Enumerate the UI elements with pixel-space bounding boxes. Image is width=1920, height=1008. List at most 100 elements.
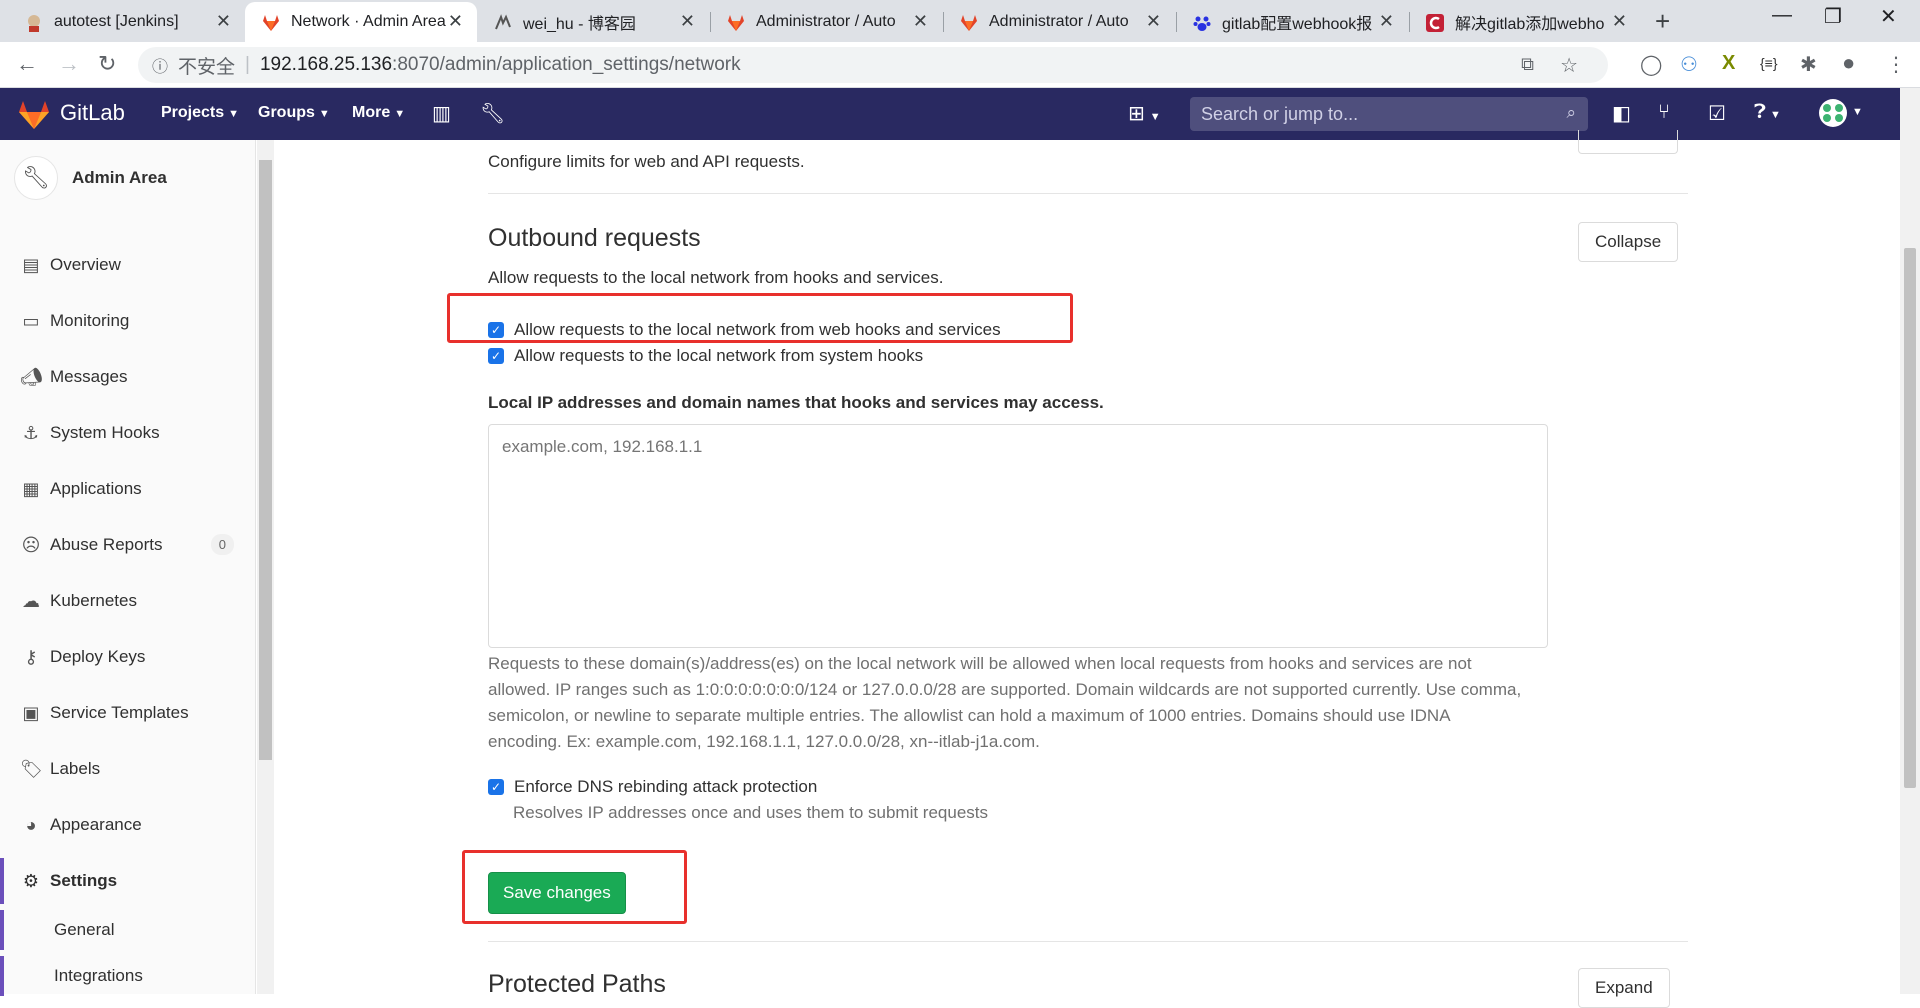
close-icon[interactable]: ✕ [1612,11,1627,32]
restore-icon[interactable]: ❐ [1824,4,1842,29]
expand-button[interactable]: Expand [1578,968,1670,1008]
megaphone-icon: 📣︎ [20,366,43,387]
chevron-down-icon: ▼ [318,108,330,120]
scrollbar-thumb[interactable] [259,160,272,760]
sidebar-item-label: System Hooks [50,423,160,442]
info-icon[interactable]: ⓘ [152,53,168,77]
tab-title: Administrator / Auto [756,13,896,30]
browser-tab-cnblogs[interactable]: wei_hu - 博客园 ✕ [477,2,709,42]
extension-x-icon[interactable]: X [1722,52,1735,75]
dns-rebinding-help: Resolves IP addresses once and uses them… [513,803,988,822]
close-icon[interactable]: ✕ [448,11,463,32]
tab-title: autotest [Jenkins] [54,13,179,30]
nav-projects[interactable]: Projects ▼ [161,104,239,122]
bookmark-star-icon[interactable]: ☆ [1560,53,1578,78]
new-tab-button[interactable]: + [1655,6,1670,37]
sidebar-subitem-general[interactable]: General [0,910,254,950]
sidebar-item-abuse-reports[interactable]: ☹ Abuse Reports 0 [0,522,254,568]
browser-tab-network-admin[interactable]: Network · Admin Area ✕ [245,2,477,42]
extension-translate-icon[interactable]: ⚇ [1680,52,1698,77]
sidebar-item-applications[interactable]: ▦ Applications [0,466,254,512]
sidebar-header[interactable]: 🔧︎ Admin Area [14,156,167,200]
forward-arrow-icon[interactable]: → [58,51,80,77]
tab-title: gitlab配置webhook报 [1222,16,1373,33]
browser-tab-administrator-1[interactable]: Administrator / Auto ✕ [710,2,942,42]
highlight-box-save-button [462,850,687,924]
sidebar-item-deploy-keys[interactable]: ⚷ Deploy Keys [0,634,254,680]
close-icon[interactable]: ✕ [680,11,695,32]
key-icon: ⚷ [24,646,38,667]
admin-wrench-icon[interactable]: 🔧︎ [480,101,505,126]
sad-face-icon: ☹ [21,534,41,555]
browser-tab-baidu[interactable]: gitlab配置webhook报 ✕ [1176,2,1408,42]
dns-rebinding-checkbox[interactable]: ✓ [488,779,504,795]
close-icon[interactable]: ✕ [1379,11,1394,32]
back-arrow-icon[interactable]: ← [16,51,38,77]
search-input[interactable]: Search or jump to... ⌕ [1190,97,1588,131]
dns-rebinding-checkbox-row[interactable]: ✓ Enforce DNS rebinding attack protectio… [488,777,817,797]
gitlab-logo-icon[interactable] [18,100,50,130]
tab-title: Network · Admin Area [291,13,446,30]
browser-toolbar: ← → ↻ ⓘ 不安全 | 192.168.25.136 :8070/admin… [0,42,1920,88]
nav-more[interactable]: More ▼ [352,104,405,122]
sidebar-item-label: Settings [50,871,118,890]
address-bar[interactable]: ⓘ 不安全 | 192.168.25.136 :8070/admin/appli… [138,47,1608,83]
label-icon: 🏷︎ [20,758,43,779]
activity-chart-icon[interactable]: ▥ [432,101,451,126]
sidebar-item-monitoring[interactable]: ▭ Monitoring [0,298,254,344]
page-scrollbar[interactable] [1900,88,1920,994]
scrollbar-thumb[interactable] [1904,248,1916,788]
sidebar-item-overview[interactable]: ▤ Overview [0,242,254,288]
browser-menu-icon[interactable]: ⋮ [1886,52,1906,77]
extension-json-icon[interactable]: {≡} [1760,55,1778,71]
browser-tab-csdn[interactable]: 解决gitlab添加webho ✕ [1409,2,1641,42]
reload-icon[interactable]: ↻ [98,51,116,77]
profile-icon[interactable]: ● [1842,50,1855,76]
close-icon[interactable]: ✕ [216,11,231,32]
tab-title: 解决gitlab添加webho [1455,16,1605,33]
gitlab-brand[interactable]: GitLab [60,100,125,126]
minimize-icon[interactable]: — [1772,4,1792,27]
browser-tab-jenkins[interactable]: autotest [Jenkins] ✕ [0,2,245,42]
allowlist-help-text: Requests to these domain(s)/address(es) … [488,651,1568,755]
user-avatar[interactable]: ▼ [1818,98,1863,134]
browser-tab-strip: autotest [Jenkins] ✕ Network · Admin Are… [0,0,1920,42]
sidebar-item-settings[interactable]: ⚙ Settings [0,858,254,904]
outbound-requests-title: Outbound requests [488,224,701,252]
sidebar-item-labels[interactable]: 🏷︎ Labels [0,746,254,792]
help-icon[interactable]: ❓︎ ▼ [1754,101,1781,124]
section-button-partial[interactable] [1578,130,1678,154]
close-icon[interactable]: ✕ [1146,11,1161,32]
translate-icon[interactable]: ⧉ [1521,54,1534,75]
sidebar-item-kubernetes[interactable]: ☁︎ Kubernetes [0,578,254,624]
issues-icon[interactable]: ◧ [1612,101,1631,126]
collapse-button[interactable]: Collapse [1578,222,1679,262]
close-window-icon[interactable]: ✕ [1880,4,1897,29]
sidebar-item-service-templates[interactable]: ▣ Service Templates [0,690,254,736]
sidebar-item-appearance[interactable]: ◕ Appearance [0,802,254,848]
chevron-down-icon: ▼ [394,108,406,120]
system-hooks-checkbox[interactable]: ✓ [488,348,504,364]
todos-icon[interactable]: ☑ [1708,101,1726,126]
section-divider [488,941,1688,942]
sidebar-item-label: Messages [50,367,128,386]
extension-circle-icon[interactable]: ◯ [1640,52,1662,77]
jenkins-icon [28,15,40,32]
sidebar-scrollbar[interactable] [257,140,274,994]
new-item-plus-icon[interactable]: ⊞ ▼ [1128,101,1161,126]
sidebar-item-messages[interactable]: 📣︎ Messages [0,354,254,400]
allowlist-label: Local IP addresses and domain names that… [488,393,1104,412]
browser-tab-administrator-2[interactable]: Administrator / Auto ✕ [943,2,1175,42]
chevron-down-icon: ▼ [228,108,240,120]
sidebar-item-label: Overview [50,255,121,274]
nav-groups[interactable]: Groups ▼ [258,104,330,122]
search-icon: ⌕ [1566,103,1576,122]
sidebar-item-system-hooks[interactable]: ⚓︎ System Hooks [0,410,254,456]
system-hooks-checkbox-row[interactable]: ✓ Allow requests to the local network fr… [488,346,923,366]
gitlab-icon [961,15,977,31]
sidebar-subitem-integrations[interactable]: Integrations [0,956,254,996]
close-icon[interactable]: ✕ [913,11,928,32]
allowlist-textarea[interactable] [488,424,1548,648]
merge-requests-icon[interactable]: ⑂ [1658,101,1670,124]
extensions-puzzle-icon[interactable]: ✱ [1800,52,1817,77]
